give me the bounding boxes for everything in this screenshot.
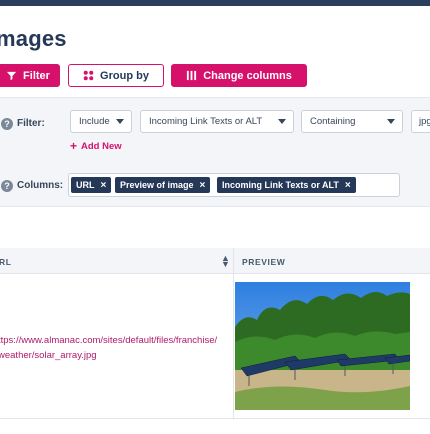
column-chip-label: URL (76, 180, 95, 190)
filter-value-text: jpg (419, 116, 430, 127)
close-icon[interactable]: × (101, 180, 107, 191)
filter-label: Filter: (17, 118, 45, 129)
help-icon[interactable]: ? (1, 118, 13, 130)
plus-icon: + (70, 139, 78, 153)
url-column-header[interactable]: RL (0, 257, 12, 267)
row-divider (0, 418, 430, 419)
filter-button-label: Filter (23, 69, 50, 82)
group-icon (83, 70, 94, 81)
operator-select-value: Containing (310, 116, 356, 127)
column-chip-label: Preview of image (120, 180, 194, 190)
top-bar (0, 0, 430, 6)
add-new-label: Add New (81, 140, 122, 152)
table-header (0, 248, 430, 274)
column-chip: Preview of image × (115, 177, 211, 193)
operator-select[interactable]: Containing (301, 110, 403, 133)
preview-column-header[interactable]: PREVIEW (242, 257, 285, 267)
include-select[interactable]: Include (70, 110, 132, 133)
close-icon[interactable]: × (345, 180, 351, 191)
image-url-link[interactable]: ttps://www.almanac.com/sites/default/fil… (0, 333, 223, 363)
column-chip: Incoming Link Texts or ALT × (217, 177, 356, 193)
column-chip-label: Incoming Link Texts or ALT (222, 180, 339, 190)
filter-icon (6, 70, 17, 81)
column-chip: URL × (71, 177, 112, 193)
add-new-link[interactable]: + Add New (70, 139, 122, 153)
columns-icon (186, 70, 197, 81)
field-select[interactable]: Incoming Link Texts or ALT (140, 110, 294, 133)
group-by-button[interactable]: Group by (68, 64, 164, 87)
columns-label: Columns: (17, 180, 64, 191)
caret-down-icon (278, 119, 286, 124)
page-title: mages (0, 26, 67, 51)
sort-icon[interactable]: ▲ ▼ (221, 254, 230, 269)
caret-down-icon (116, 119, 124, 124)
close-icon[interactable]: × (200, 180, 206, 191)
change-columns-label: Change columns (203, 69, 292, 82)
caret-down-icon (387, 119, 395, 124)
group-by-label: Group by (100, 69, 149, 82)
change-columns-button[interactable]: Change columns (171, 64, 307, 87)
filter-value-input[interactable]: jpg (411, 110, 430, 133)
include-select-value: Include (79, 116, 110, 127)
field-select-value: Incoming Link Texts or ALT (149, 116, 263, 127)
help-icon[interactable]: ? (1, 180, 13, 192)
filter-button[interactable]: Filter (0, 64, 60, 87)
image-preview[interactable] (235, 282, 410, 410)
column-divider (233, 248, 234, 418)
